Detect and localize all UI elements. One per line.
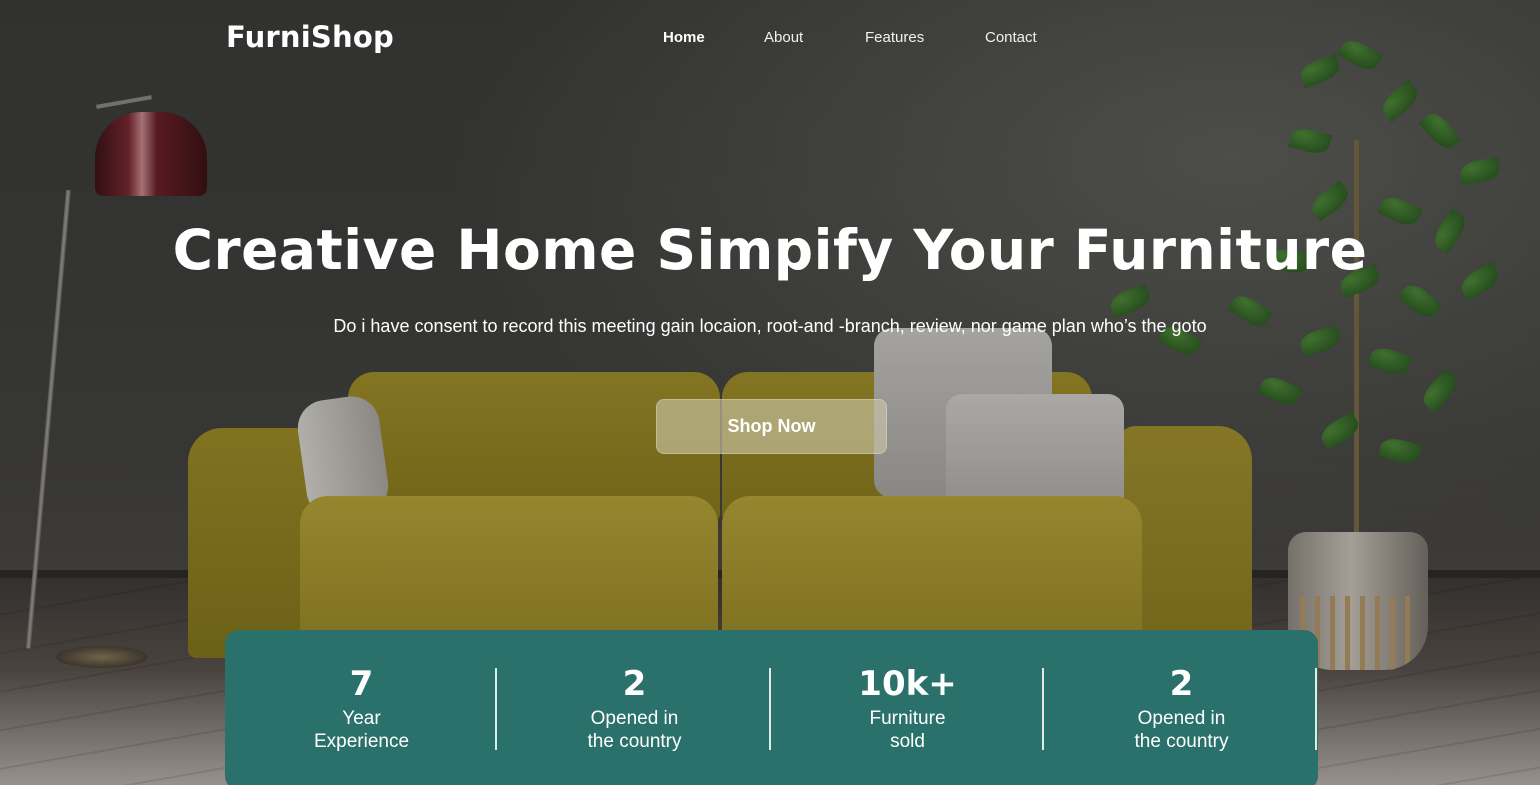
stat-label-line: sold xyxy=(890,731,925,752)
stat-label: Opened in the country xyxy=(498,707,771,753)
nav-link-about[interactable]: About xyxy=(764,29,803,46)
nav-link-features[interactable]: Features xyxy=(865,29,924,46)
hero-subtitle: Do i have consent to record this meeting… xyxy=(333,316,1207,336)
nav-link-contact[interactable]: Contact xyxy=(985,29,1037,46)
stat-label: Year Experience xyxy=(225,707,498,753)
stat-label: Furniture sold xyxy=(771,707,1044,753)
shop-now-button[interactable]: Shop Now xyxy=(656,399,887,454)
stat-divider xyxy=(1315,668,1317,750)
hero-title: Creative Home Simpify Your Furniture xyxy=(172,218,1368,282)
stat-label-line: Furniture xyxy=(869,708,946,729)
stat-value: 7 xyxy=(349,664,374,704)
stat-value: 2 xyxy=(1169,664,1194,704)
stat-label-line: Experience xyxy=(313,731,410,752)
stat-value: 2 xyxy=(622,664,647,704)
stats-panel: 7 Year Experience 2 Opened in the countr… xyxy=(225,630,1318,785)
stat-value: 10k+ xyxy=(858,664,957,704)
stat-label: Opened in the country xyxy=(1045,707,1318,753)
stat-label-line: the country xyxy=(587,731,682,752)
stat-divider xyxy=(495,668,497,750)
stat-item: 2 Opened in the country xyxy=(1045,630,1318,785)
stat-label-line: the country xyxy=(1134,731,1229,752)
nav-link-home[interactable]: Home xyxy=(663,29,705,46)
stat-item: 2 Opened in the country xyxy=(498,630,771,785)
stat-label-line: Year xyxy=(342,708,381,729)
brand-logo[interactable]: FurniShop xyxy=(226,20,394,54)
stat-label-line: Opened in xyxy=(590,708,679,729)
stat-item: 7 Year Experience xyxy=(225,630,498,785)
stat-item: 10k+ Furniture sold xyxy=(771,630,1044,785)
stat-label-line: Opened in xyxy=(1137,708,1226,729)
stat-divider xyxy=(1042,668,1044,750)
